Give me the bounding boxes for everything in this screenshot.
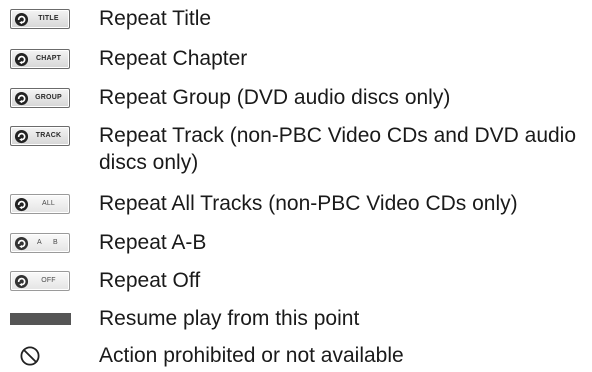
legend-label: Repeat All Tracks (non-PBC Video CDs onl…: [99, 192, 518, 215]
legend-label: Repeat Title: [99, 7, 212, 30]
legend-label: Action prohibited or not available: [99, 344, 404, 367]
icon-legend: TITLE Repeat Title CHAPT Repeat Chapter …: [0, 0, 592, 372]
badge-text: TRACK: [35, 132, 62, 139]
repeat-off-icon: OFF: [10, 271, 70, 291]
repeat-all-icon: ALL: [10, 194, 70, 214]
legend-label: Repeat Track (non-PBC Video CDs and DVD …: [99, 124, 577, 174]
repeat-arrow-icon: [14, 91, 29, 106]
legend-label: Resume play from this point: [99, 307, 360, 330]
badge-text-a: A: [37, 239, 42, 246]
badge-text: ALL: [41, 200, 56, 207]
badge-text: CHAPT: [35, 55, 62, 62]
badge-text-b: B: [53, 239, 58, 246]
repeat-arrow-icon: [14, 197, 29, 212]
repeat-title-icon: TITLE: [10, 9, 70, 29]
repeat-arrow-icon: [14, 52, 29, 67]
legend-row-repeat-all: ALL Repeat All Tracks (non-PBC Video CDs…: [0, 190, 592, 217]
prohibited-icon: [20, 346, 40, 366]
repeat-group-icon: GROUP: [10, 88, 70, 108]
repeat-arrow-icon: [14, 274, 29, 289]
legend-label: Repeat A-B: [99, 231, 207, 254]
legend-label: Repeat Chapter: [99, 47, 248, 70]
legend-label: Repeat Off: [99, 269, 201, 292]
legend-row-repeat-off: OFF Repeat Off: [0, 267, 592, 294]
legend-row-repeat-title: TITLE Repeat Title: [0, 5, 592, 32]
legend-row-repeat-group: GROUP Repeat Group (DVD audio discs only…: [0, 84, 592, 111]
legend-row-prohibited: Action prohibited or not available: [0, 342, 592, 369]
repeat-arrow-icon: [14, 129, 29, 144]
repeat-ab-icon: A B: [10, 233, 70, 253]
resume-bar-icon: [10, 313, 71, 325]
badge-text: OFF: [41, 277, 56, 284]
legend-row-repeat-chapter: CHAPT Repeat Chapter: [0, 45, 592, 72]
badge-text: TITLE: [38, 15, 59, 22]
legend-row-resume: Resume play from this point: [0, 305, 592, 332]
legend-label: Repeat Group (DVD audio discs only): [99, 86, 451, 109]
repeat-track-icon: TRACK: [10, 126, 70, 146]
legend-row-repeat-ab: A B Repeat A-B: [0, 229, 592, 256]
badge-text: GROUP: [35, 94, 62, 101]
repeat-arrow-icon: [14, 12, 29, 27]
repeat-arrow-icon: [14, 236, 29, 251]
repeat-chapter-icon: CHAPT: [10, 49, 70, 69]
legend-row-repeat-track: TRACK Repeat Track (non-PBC Video CDs an…: [0, 122, 592, 176]
